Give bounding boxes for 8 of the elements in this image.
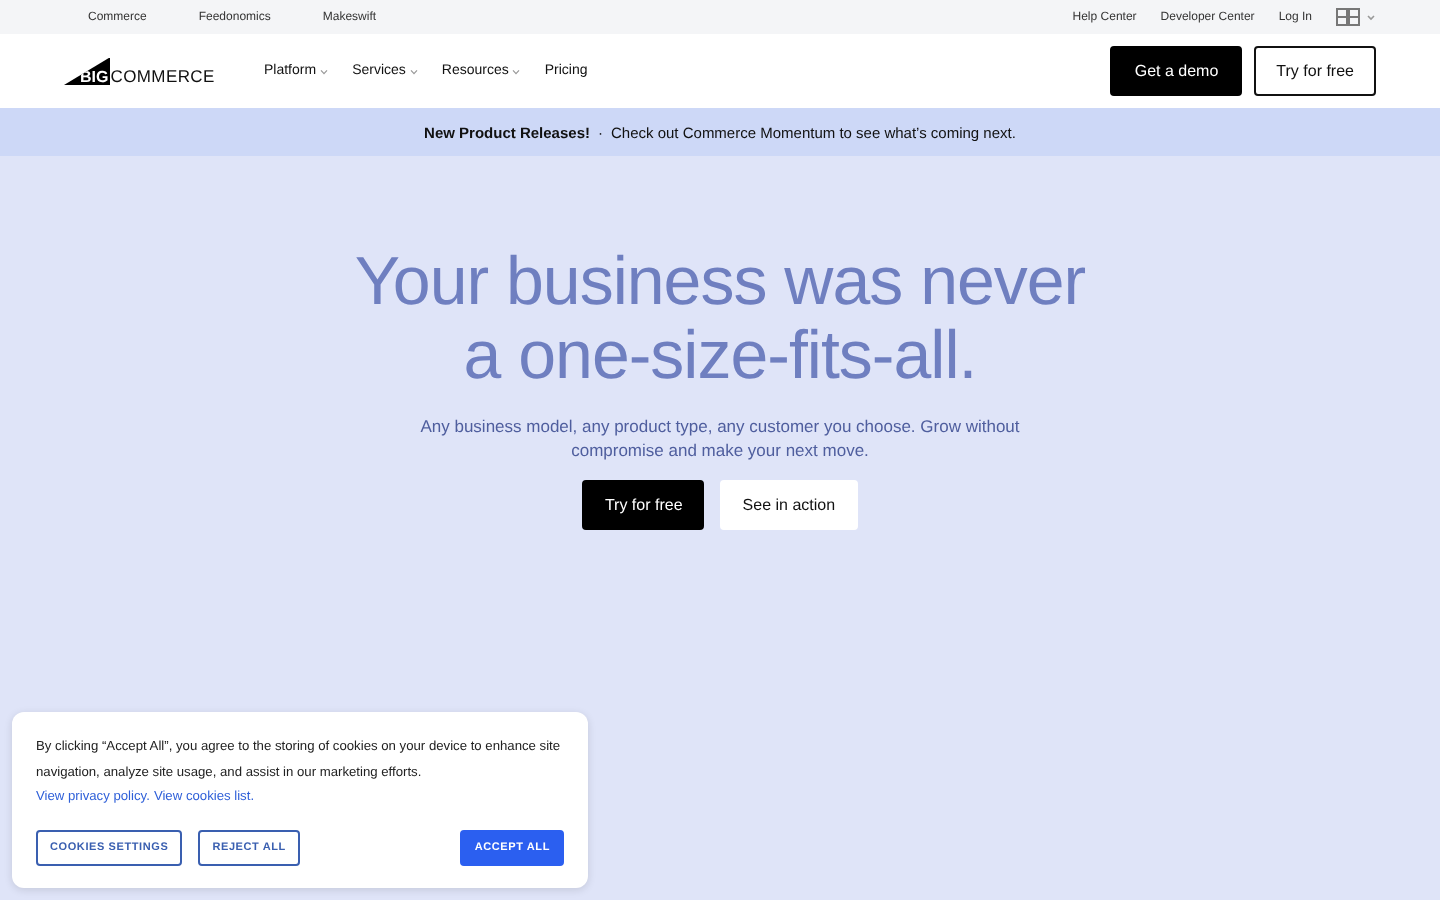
- try-button[interactable]: Try for free: [1254, 46, 1376, 96]
- hero-subtext: Any business model, any product type, any customer you choose. Grow without compromise and make your next move.: [420, 414, 1020, 462]
- demo-button[interactable]: See in action: [720, 480, 858, 530]
- headline: Your business was never: [354, 246, 1086, 320]
- headline: a one-size-fits-all.: [463, 320, 977, 394]
- demo-button[interactable]: Get a demo: [1110, 46, 1243, 96]
- try-button[interactable]: Try for free: [582, 480, 705, 530]
- language-icon[interactable]: [1336, 8, 1376, 26]
